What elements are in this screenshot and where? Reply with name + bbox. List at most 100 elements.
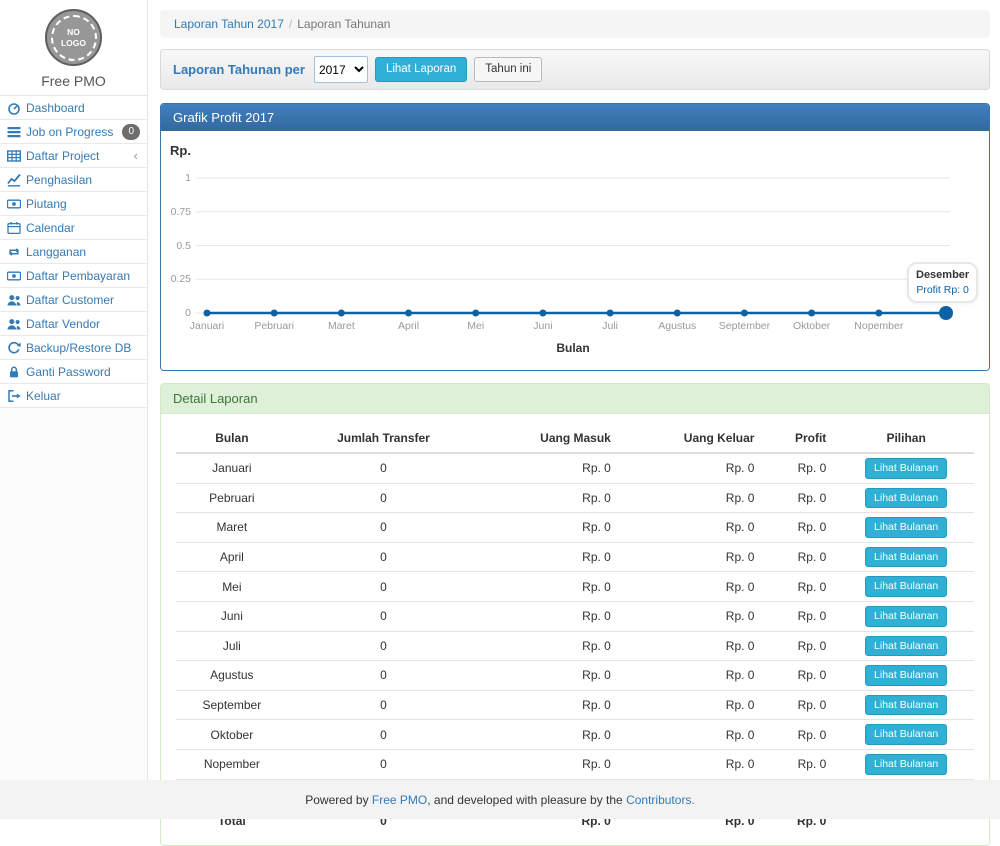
cell-uang-keluar: Rp. 0 [623, 631, 767, 661]
cell-bulan: September [176, 690, 288, 720]
sidebar-item-penghasilan[interactable]: Penghasilan [0, 168, 147, 192]
calendar-icon [7, 221, 21, 235]
page-footer: Powered by Free PMO, and developed with … [0, 780, 1000, 819]
cell-uang-keluar: Rp. 0 [623, 513, 767, 543]
sidebar-item-daftar-vendor[interactable]: Daftar Vendor [0, 312, 147, 336]
cell-uang-masuk: Rp. 0 [479, 690, 623, 720]
sidebar-item-label: Backup/Restore DB [26, 341, 131, 355]
cell-profit: Rp. 0 [766, 513, 838, 543]
sidebar-item-daftar-customer[interactable]: Daftar Customer [0, 288, 147, 312]
chart-plot-area [161, 131, 989, 370]
sidebar-item-calendar[interactable]: Calendar [0, 216, 147, 240]
refresh-icon [7, 341, 21, 355]
table-row-september: September0Rp. 0Rp. 0Rp. 0Lihat Bulanan [176, 690, 974, 720]
y-axis-tick: 0 [161, 307, 191, 319]
table-body: Januari0Rp. 0Rp. 0Rp. 0Lihat BulananPebr… [176, 453, 974, 833]
sidebar-item-daftar-pembayaran[interactable]: Daftar Pembayaran [0, 264, 147, 288]
lihat-bulanan-button[interactable]: Lihat Bulanan [865, 754, 947, 775]
cell-uang-masuk: Rp. 0 [479, 572, 623, 602]
detail-report-panel: Detail Laporan BulanJumlah TransferUang … [160, 383, 990, 846]
lihat-bulanan-button[interactable]: Lihat Bulanan [865, 517, 947, 538]
table-row-maret: Maret0Rp. 0Rp. 0Rp. 0Lihat Bulanan [176, 513, 974, 543]
detail-panel-title: Detail Laporan [161, 384, 989, 414]
y-axis-tick: 1 [161, 172, 191, 184]
chart-y-axis-label: Rp. [170, 143, 191, 158]
lihat-bulanan-button[interactable]: Lihat Bulanan [865, 576, 947, 597]
lihat-bulanan-button[interactable]: Lihat Bulanan [865, 665, 947, 686]
cell-jumlah-transfer: 0 [288, 601, 480, 631]
sidebar-item-langganan[interactable]: Langganan [0, 240, 147, 264]
cell-jumlah-transfer: 0 [288, 631, 480, 661]
table-row-januari: Januari0Rp. 0Rp. 0Rp. 0Lihat Bulanan [176, 453, 974, 483]
footer-link-free-pmo[interactable]: Free PMO [372, 793, 427, 807]
lihat-bulanan-button[interactable]: Lihat Bulanan [865, 695, 947, 716]
cell-pilihan: Lihat Bulanan [838, 601, 974, 631]
y-axis-tick: 0.25 [161, 273, 191, 285]
sidebar-item-piutang[interactable]: Piutang [0, 192, 147, 216]
cell-uang-keluar: Rp. 0 [623, 661, 767, 691]
lihat-bulanan-button[interactable]: Lihat Bulanan [865, 724, 947, 745]
cell-bulan: Agustus [176, 661, 288, 691]
cell-pilihan: Lihat Bulanan [838, 453, 974, 483]
sidebar-item-label: Piutang [26, 197, 67, 211]
sign-out-icon [7, 389, 21, 403]
cell-jumlah-transfer: 0 [288, 749, 480, 779]
sidebar-item-dashboard[interactable]: Dashboard [0, 96, 147, 120]
cell-uang-keluar: Rp. 0 [623, 690, 767, 720]
profit-line-chart: Rp. Desember Profit Rp: 0 00.250.50.751J… [161, 131, 989, 370]
cell-pilihan: Lihat Bulanan [838, 542, 974, 572]
money-icon [7, 197, 21, 211]
sidebar-item-daftar-project[interactable]: Daftar Project‹ [0, 144, 147, 168]
view-report-button[interactable]: Lihat Laporan [375, 57, 467, 83]
brand-name: Free PMO [0, 73, 147, 89]
table-row-pebruari: Pebruari0Rp. 0Rp. 0Rp. 0Lihat Bulanan [176, 483, 974, 513]
lihat-bulanan-button[interactable]: Lihat Bulanan [865, 458, 947, 479]
users-icon [7, 293, 21, 307]
cell-uang-masuk: Rp. 0 [479, 513, 623, 543]
sidebar: NO LOGO Free PMO DashboardJob on Progres… [0, 0, 148, 780]
cell-profit: Rp. 0 [766, 453, 838, 483]
footer-link-contributors[interactable]: Contributors. [626, 793, 695, 807]
chart-line-icon [7, 173, 21, 187]
cell-jumlah-transfer: 0 [288, 483, 480, 513]
profit-chart-panel: Grafik Profit 2017 Rp. Desember Profit R… [160, 103, 990, 371]
this-year-button[interactable]: Tahun ini [474, 57, 542, 83]
tasks-icon [7, 125, 21, 139]
cell-uang-masuk: Rp. 0 [479, 542, 623, 572]
cell-pilihan: Lihat Bulanan [838, 513, 974, 543]
cell-bulan: Maret [176, 513, 288, 543]
job-count-badge: 0 [122, 124, 140, 140]
cell-uang-keluar: Rp. 0 [623, 453, 767, 483]
cell-profit: Rp. 0 [766, 542, 838, 572]
lihat-bulanan-button[interactable]: Lihat Bulanan [865, 606, 947, 627]
sidebar-item-backup-restore-db[interactable]: Backup/Restore DB [0, 336, 147, 360]
footer-text: Powered by Free PMO, and developed with … [305, 793, 695, 807]
cell-pilihan: Lihat Bulanan [838, 749, 974, 779]
lihat-bulanan-button[interactable]: Lihat Bulanan [865, 488, 947, 509]
cell-uang-keluar: Rp. 0 [623, 542, 767, 572]
cell-jumlah-transfer: 0 [288, 453, 480, 483]
breadcrumb: Laporan Tahun 2017/Laporan Tahunan [160, 10, 990, 38]
sidebar-item-label: Daftar Vendor [26, 317, 100, 331]
sidebar-item-label: Daftar Customer [26, 293, 114, 307]
year-select[interactable]: 2017 [314, 56, 368, 83]
cell-uang-keluar: Rp. 0 [623, 483, 767, 513]
chart-tooltip: Desember Profit Rp: 0 [907, 262, 978, 303]
lihat-bulanan-button[interactable]: Lihat Bulanan [865, 547, 947, 568]
report-toolbar: Laporan Tahunan per 2017 Lihat Laporan T… [160, 49, 990, 90]
column-header-profit: Profit [766, 424, 838, 453]
cell-uang-masuk: Rp. 0 [479, 601, 623, 631]
cell-jumlah-transfer: 0 [288, 542, 480, 572]
sidebar-item-ganti-password[interactable]: Ganti Password [0, 360, 147, 384]
breadcrumb-link-laporan-tahun[interactable]: Laporan Tahun 2017 [174, 17, 284, 31]
lihat-bulanan-button[interactable]: Lihat Bulanan [865, 636, 947, 657]
sidebar-item-label: Langganan [26, 245, 86, 259]
breadcrumb-separator: / [289, 17, 292, 31]
cell-uang-keluar: Rp. 0 [623, 601, 767, 631]
sidebar-item-job-on-progress[interactable]: Job on Progress0 [0, 120, 147, 144]
cell-bulan: Mei [176, 572, 288, 602]
toolbar-label: Laporan Tahunan per [173, 62, 305, 77]
chart-tooltip-label: Desember [916, 269, 969, 281]
cell-jumlah-transfer: 0 [288, 513, 480, 543]
sidebar-item-keluar[interactable]: Keluar [0, 384, 147, 408]
